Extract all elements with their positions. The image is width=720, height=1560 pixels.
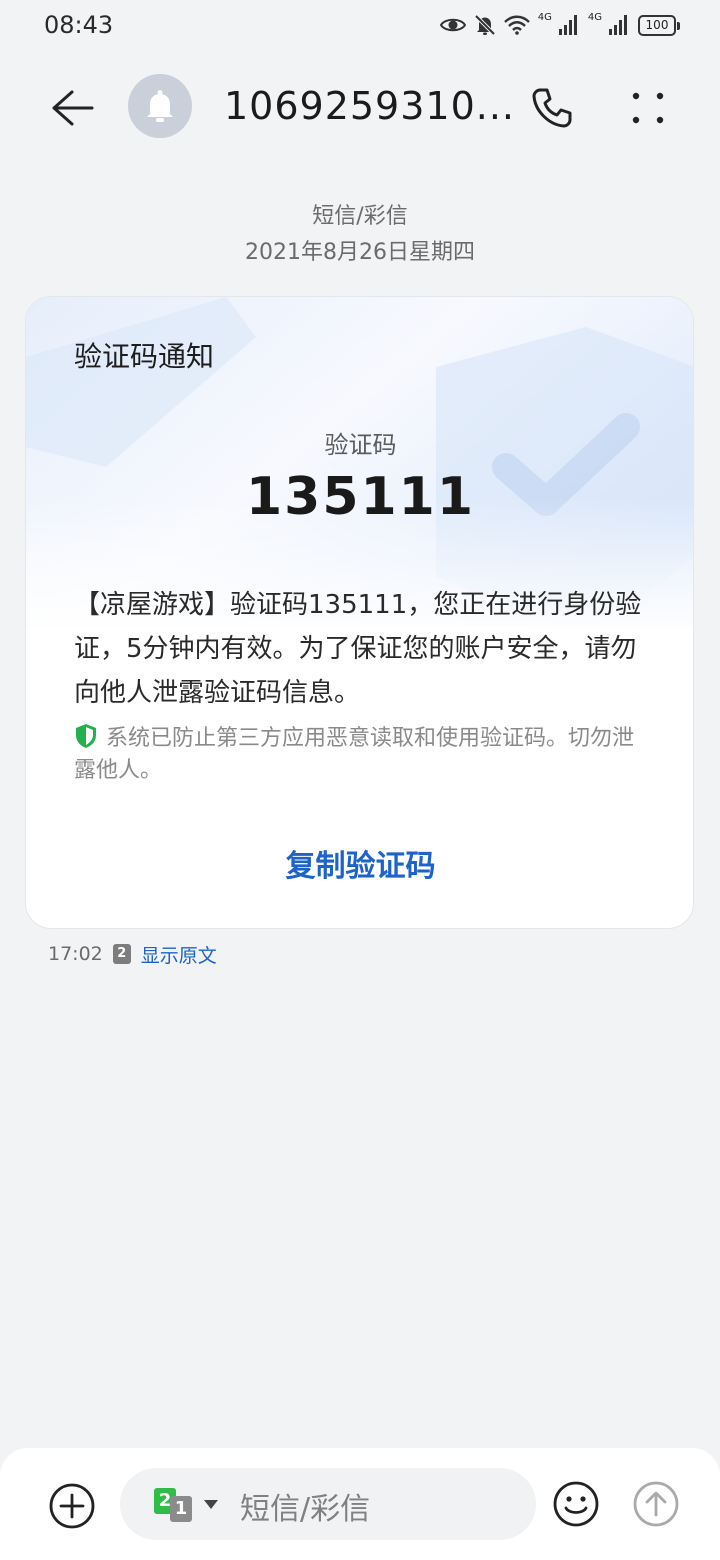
security-notice-text: 系统已防止第三方应用恶意读取和使用验证码。切勿泄露他人。	[74, 726, 635, 783]
composer-bar: 2 1 短信/彩信	[0, 1448, 720, 1560]
bell-icon	[147, 90, 173, 122]
signal-icon	[609, 15, 627, 35]
add-attachment-button[interactable]	[48, 1482, 96, 1530]
signal-icon	[558, 15, 577, 35]
wifi-icon	[503, 15, 530, 35]
eye-icon	[439, 18, 466, 32]
conversation-date: 2021年8月26日星期四	[245, 240, 475, 265]
status-time: 08:43	[44, 11, 114, 39]
status-icons: 4G 4G 100	[439, 10, 680, 40]
emoji-button[interactable]	[552, 1480, 600, 1528]
sim-card-secondary: 1	[170, 1496, 192, 1522]
code-label: 验证码	[324, 431, 397, 459]
shield-icon	[76, 724, 96, 748]
message-type-label: 短信/彩信	[312, 204, 408, 229]
message-footer: 17:02 2 显示原文	[48, 940, 217, 968]
more-icon	[632, 92, 664, 124]
message-body: 【凉屋游戏】验证码135111，您正在进行身份验证，5分钟内有效。为了保证您的账…	[74, 590, 642, 708]
security-notice: 系统已防止第三方应用恶意读取和使用验证码。切勿泄露他人。	[74, 723, 654, 787]
sim-badge: 2	[112, 944, 131, 964]
avatar[interactable]	[128, 74, 192, 138]
send-arrow-icon	[633, 1481, 679, 1527]
verification-card: 验证码通知 验证码 135111 【凉屋游戏】验证码135111，您正在进行身份…	[25, 296, 694, 929]
copy-code-button[interactable]: 复制验证码	[26, 841, 693, 885]
sender-number: 1069259310...	[224, 84, 516, 128]
verification-code: 135111	[245, 467, 476, 527]
card-title: 验证码通知	[74, 340, 215, 373]
status-bar: 08:43 4G 4G 100	[0, 0, 720, 52]
message-input-placeholder: 短信/彩信	[240, 1492, 371, 1527]
show-original-link[interactable]: 显示原文	[141, 941, 217, 968]
network-label-1: 4G	[537, 11, 552, 23]
back-arrow-icon	[52, 90, 94, 126]
message-time: 17:02	[48, 943, 103, 965]
phone-icon	[532, 88, 572, 128]
message-input[interactable]: 2 1 短信/彩信	[120, 1468, 536, 1540]
smiley-icon	[553, 1481, 599, 1527]
network-label-2: 4G	[587, 11, 602, 23]
battery-icon: 100	[638, 14, 680, 36]
send-button[interactable]	[632, 1480, 680, 1528]
bell-off-icon	[474, 14, 496, 36]
plus-circle-icon	[49, 1483, 95, 1529]
call-button[interactable]	[524, 80, 580, 136]
conversation-header: 1069259310...	[0, 62, 720, 152]
more-button[interactable]	[620, 80, 676, 136]
back-button[interactable]	[44, 80, 100, 136]
caret-down-icon	[204, 1500, 218, 1509]
sim-selector[interactable]: 2 1	[152, 1486, 224, 1522]
